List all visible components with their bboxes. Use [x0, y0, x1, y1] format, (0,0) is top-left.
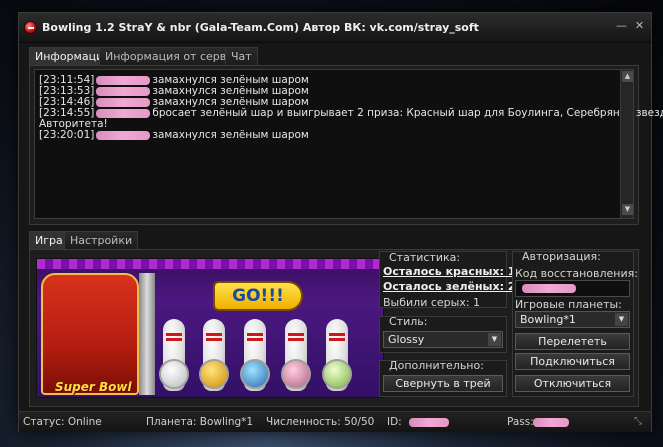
app-logo-icon: [24, 21, 37, 34]
connect-button[interactable]: Подключиться: [515, 353, 630, 370]
close-button[interactable]: ✕: [631, 19, 648, 33]
move-planet-button[interactable]: Перелететь: [515, 333, 630, 350]
auth-header: Авторизация:: [522, 250, 601, 263]
tab-game[interactable]: Игра: [29, 231, 69, 249]
log-scrollbar[interactable]: ▲ ▼: [620, 70, 633, 218]
game-header-strip: [37, 259, 383, 269]
silver-star-token: [159, 359, 189, 389]
flower-token: [322, 359, 352, 389]
redacted-name: [96, 108, 151, 118]
log-text: замахнулся зелёным шаром: [152, 129, 309, 141]
game-image: Super Bowl GO!!!: [36, 258, 384, 398]
redacted-name: [96, 75, 151, 85]
redacted-name: [96, 130, 151, 140]
status-bar: Статус: Online Планета: Bowling*1 Числен…: [19, 411, 651, 432]
recovery-code-label: Код восстановления:: [515, 267, 638, 280]
chevron-down-icon[interactable]: ▼: [615, 313, 628, 326]
redacted-name: [96, 97, 151, 107]
style-selected-value: Glossy: [388, 333, 425, 346]
scroll-up-icon[interactable]: ▲: [622, 71, 633, 82]
tab-chat[interactable]: Чат: [225, 47, 258, 65]
status-state: Статус: Online: [23, 416, 102, 428]
planet-selected-value: Bowling*1: [520, 313, 576, 326]
redacted-id: [409, 418, 449, 427]
log-area[interactable]: [23:11:54] замахнулся зелёным шаром [23:1…: [34, 69, 663, 219]
log-time: [23:20:01]: [39, 129, 95, 141]
redacted-code: [522, 284, 576, 293]
gift-token: [281, 359, 311, 389]
super-bowl-logo: Super Bowl: [55, 380, 132, 394]
redacted-name: [96, 86, 151, 96]
planets-label: Игровые планеты:: [515, 298, 622, 311]
bowling-lane-image: [139, 273, 155, 395]
resize-grip-icon[interactable]: ⤡: [634, 416, 642, 427]
go-sign: GO!!!: [213, 281, 303, 311]
style-header: Стиль:: [389, 315, 428, 328]
app-window: Bowling 1.2 StraY & nbr (Gala-Team.Com) …: [18, 12, 663, 432]
extra-header: Дополнительно:: [389, 359, 484, 372]
scroll-down-icon[interactable]: ▼: [622, 204, 633, 215]
status-planet: Планета: Bowling*1: [146, 416, 254, 428]
tab-settings[interactable]: Настройки: [64, 231, 139, 249]
title-bar[interactable]: Bowling 1.2 StraY & nbr (Gala-Team.Com) …: [19, 13, 651, 43]
bowling-machine-image: Super Bowl: [41, 273, 139, 395]
stats-header: Статистика:: [389, 251, 461, 264]
car-token: [240, 359, 270, 389]
stats-red-left: Осталось красных: 11: [383, 265, 524, 278]
minimize-to-tray-button[interactable]: Свернуть в трей: [383, 375, 503, 392]
disconnect-button[interactable]: Отключиться: [515, 375, 630, 392]
log-line: [23:20:01] замахнулся зелёным шаром: [39, 129, 309, 141]
log-text: бросает зелёный шар и выигрывает 2 приза…: [152, 107, 663, 119]
window-title: Bowling 1.2 StraY & nbr (Gala-Team.Com) …: [42, 21, 479, 34]
stats-green-left: Осталось зелёных: 200: [383, 280, 531, 293]
status-id-label: ID:: [387, 416, 402, 428]
log-line: [23:14:55] бросает зелёный шар и выигрыва…: [39, 107, 663, 119]
style-select[interactable]: Glossy ▼: [383, 331, 503, 348]
gold-ball-token: [199, 359, 229, 389]
redacted-pass: [533, 418, 569, 427]
stats-grey-won: Выбили серых: 1: [383, 296, 481, 309]
status-population: Численность: 50/50: [266, 416, 375, 428]
chevron-down-icon[interactable]: ▼: [488, 333, 501, 346]
planet-select[interactable]: Bowling*1 ▼: [515, 311, 630, 328]
minimize-button[interactable]: —: [613, 19, 630, 33]
status-pass-label: Pass:: [507, 416, 534, 428]
recovery-code-input[interactable]: [515, 280, 630, 297]
